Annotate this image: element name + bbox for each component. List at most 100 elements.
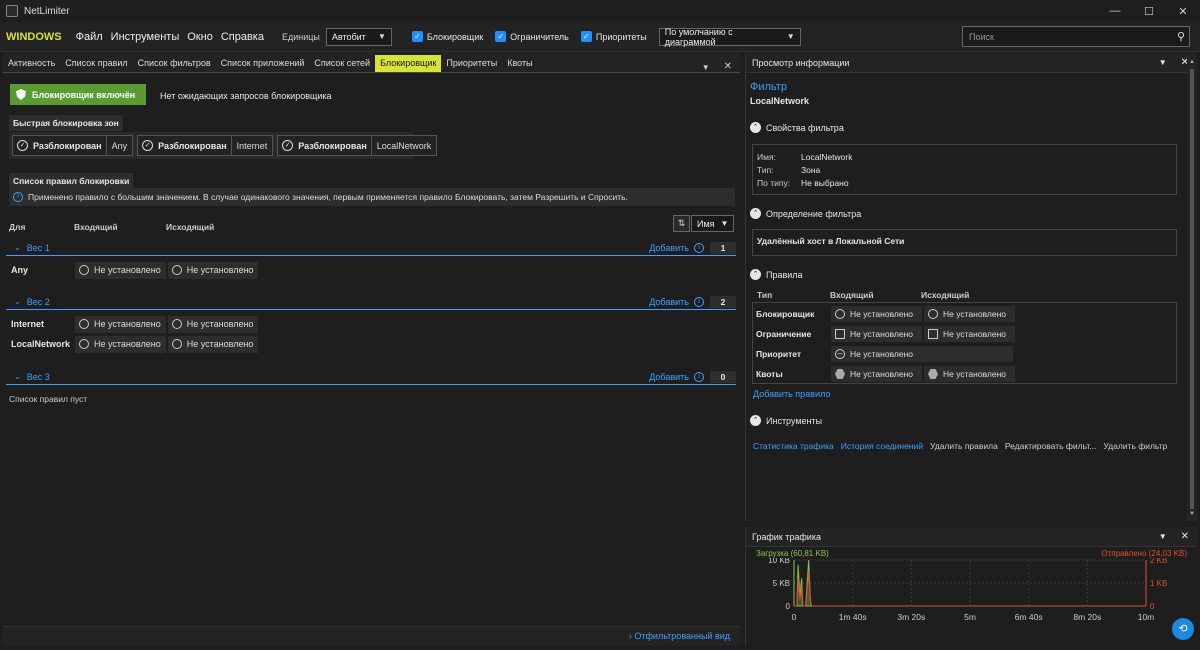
blocker-enabled-button[interactable]: Блокировщик включён — [10, 84, 146, 105]
close-button[interactable]: ✕ — [1166, 5, 1200, 18]
scrollbar[interactable]: ▲ ▼ — [1187, 53, 1197, 521]
refresh-icon[interactable]: ⟲ — [1172, 618, 1194, 640]
weight-group-header[interactable]: ⌄ Вес 2 Добавить i 2 — [6, 294, 736, 310]
add-rule-link[interactable]: Добавить — [649, 372, 689, 382]
scroll-down-icon[interactable]: ▼ — [1189, 511, 1195, 517]
priorities-checkbox[interactable]: ✓ Приоритеты — [580, 31, 647, 42]
rule-outgoing-button[interactable]: Не установлено — [924, 326, 1015, 342]
maximize-button[interactable]: ☐ — [1132, 5, 1166, 18]
rule-outgoing-button[interactable]: Не установлено — [924, 366, 1015, 382]
weight-group-header[interactable]: ⌄ Вес 1 Добавить i 1 — [6, 240, 736, 256]
search-input[interactable]: Поиск ⚲ — [962, 26, 1190, 47]
zone-localnetwork-toggle[interactable]: ✓ Разблокирован LocalNetwork — [277, 135, 438, 156]
rule-col-type: Тип — [757, 290, 773, 300]
filter-props-toggle[interactable]: ⌃ Свойства фильтра — [750, 122, 844, 133]
search-icon[interactable]: ⚲ — [1177, 30, 1185, 43]
chevron-down-icon: ▼ — [720, 219, 729, 228]
check-circle-icon: ✓ — [282, 140, 294, 151]
tab-menu-icon[interactable]: ▼ — [702, 63, 710, 72]
info-icon[interactable]: i — [694, 371, 704, 382]
checkmark-icon: ✓ — [495, 31, 507, 42]
zone-name: Internet — [230, 136, 273, 155]
tools-toggle[interactable]: ⌃ Инструменты — [750, 415, 822, 426]
rule-in-value: Не установлено — [850, 349, 914, 359]
scrollbar-thumb[interactable] — [1190, 69, 1194, 509]
info-panel-title: Просмотр информации — [752, 57, 850, 68]
sort-order-icon[interactable]: ⇅ — [673, 215, 690, 232]
delete-filter-link[interactable]: Удалить фильтр — [1103, 441, 1167, 451]
units-select[interactable]: Автобит ▼ — [325, 27, 392, 46]
zone-internet-toggle[interactable]: ✓ Разблокирован Internet — [137, 135, 274, 156]
chevron-down-icon: ▼ — [786, 32, 795, 41]
tab-priorities[interactable]: Приоритеты — [441, 55, 502, 72]
filter-props-header: Свойства фильтра — [766, 122, 844, 133]
row-name: Internet — [11, 319, 45, 329]
table-row: LocalNetwork Не установлено Не установле… — [11, 335, 260, 353]
menu-help[interactable]: Справка — [221, 31, 264, 43]
filtered-view-link[interactable]: › Отфильтрованный вид — [629, 631, 730, 641]
circle-icon — [171, 339, 182, 349]
tab-activity[interactable]: Активность — [3, 55, 60, 72]
tab-filter-list[interactable]: Список фильтров — [133, 55, 216, 72]
group-name: Вес 1 — [26, 242, 50, 253]
tab-blocker[interactable]: Блокировщик — [375, 55, 442, 72]
square-icon — [928, 329, 938, 339]
filter-def-toggle[interactable]: ⌃ Определение фильтра — [750, 208, 861, 219]
rule-incoming-button[interactable]: Не установлено — [831, 326, 922, 342]
tab-quotas[interactable]: Квоты — [502, 55, 537, 72]
traffic-chart: 0 1m 40s 3m 20s 5m 6m 40s 8m 20s 10m05 KB10 KB… — [768, 558, 1167, 622]
circle-icon — [171, 265, 182, 275]
rule-type: Приоритет — [756, 349, 802, 359]
edit-filter-link[interactable]: Редактировать фильт... — [1005, 441, 1097, 451]
blocker-checkbox[interactable]: ✓ Блокировщик — [411, 31, 483, 42]
rule-priority-button[interactable]: – Не установлено — [831, 346, 1013, 362]
zone-any-toggle[interactable]: ✓ Разблокирован Any — [12, 135, 134, 156]
rule-outgoing-button[interactable]: Не установлено — [924, 306, 1015, 322]
incoming-rule-button[interactable]: Не установлено — [75, 261, 166, 279]
limiter-checkbox[interactable]: ✓ Ограничитель — [495, 31, 569, 42]
add-rule-link[interactable]: Добавить правило — [753, 389, 830, 399]
weight-group-header[interactable]: ⌄ Вес 3 Добавить i 0 — [6, 369, 736, 385]
incoming-rule-button[interactable]: Не установлено — [75, 335, 166, 353]
rule-incoming-button[interactable]: Не установлено — [831, 306, 922, 322]
rule-incoming-button[interactable]: Не установлено — [831, 366, 922, 382]
menu-tools[interactable]: Инструменты — [111, 31, 180, 43]
delete-rules-link[interactable]: Удалить правила — [930, 441, 998, 451]
chevron-down-icon: ⌄ — [14, 243, 21, 252]
zone-state: Разблокирован — [158, 140, 227, 151]
info-icon[interactable]: i — [694, 296, 704, 307]
outgoing-rule-button[interactable]: Не установлено — [167, 335, 259, 353]
tab-app-list[interactable]: Список приложений — [216, 55, 310, 72]
info-icon[interactable]: i — [694, 242, 704, 253]
minimize-button[interactable]: — — [1098, 5, 1132, 18]
sort-select[interactable]: Имя ▼ — [691, 215, 734, 232]
add-rule-link[interactable]: Добавить — [649, 243, 689, 253]
table-row: Internet Не установлено Не установлено — [11, 315, 260, 333]
rules-toggle[interactable]: ⌃ Правила — [750, 269, 803, 280]
scroll-up-icon[interactable]: ▲ — [1189, 59, 1195, 65]
minus-circle-icon: – — [835, 349, 845, 359]
outgoing-rule-button[interactable]: Не установлено — [167, 315, 259, 333]
tab-close-icon[interactable]: ✕ — [724, 61, 732, 72]
connection-history-link[interactable]: История соединений — [841, 441, 923, 451]
y-left-tick-label: 0 — [786, 602, 791, 611]
units-label: Единицы — [281, 31, 320, 42]
prop-key: Имя: — [757, 152, 776, 162]
layout-preset-select[interactable]: По умолчанию с диаграммой ▼ — [658, 27, 801, 47]
panel-close-icon[interactable]: ✕ — [1181, 531, 1189, 542]
incoming-rule-button[interactable]: Не установлено — [75, 315, 166, 333]
add-rule-link[interactable]: Добавить — [649, 297, 689, 307]
menu-file[interactable]: Файл — [76, 31, 103, 43]
outgoing-rule-button[interactable]: Не установлено — [167, 261, 259, 279]
tab-rule-list[interactable]: Список правил — [60, 55, 132, 72]
panel-menu-icon[interactable]: ▼ — [1159, 58, 1167, 67]
info-panel: Просмотр информации ▼ ✕ ▲ ▼ Фильтр Local… — [745, 53, 1197, 521]
upload-legend: Отправлено (24,03 KB) — [1101, 549, 1187, 558]
menu-window[interactable]: Окно — [187, 31, 213, 43]
rule-row: Блокировщик Не установлено Не установлен… — [753, 304, 1176, 324]
panel-menu-icon[interactable]: ▼ — [1159, 532, 1167, 541]
window-title: NetLimiter — [24, 5, 70, 17]
shield-icon — [16, 89, 26, 100]
traffic-stats-link[interactable]: Статистика трафика — [753, 441, 834, 451]
tab-network-list[interactable]: Список сетей — [309, 55, 375, 72]
